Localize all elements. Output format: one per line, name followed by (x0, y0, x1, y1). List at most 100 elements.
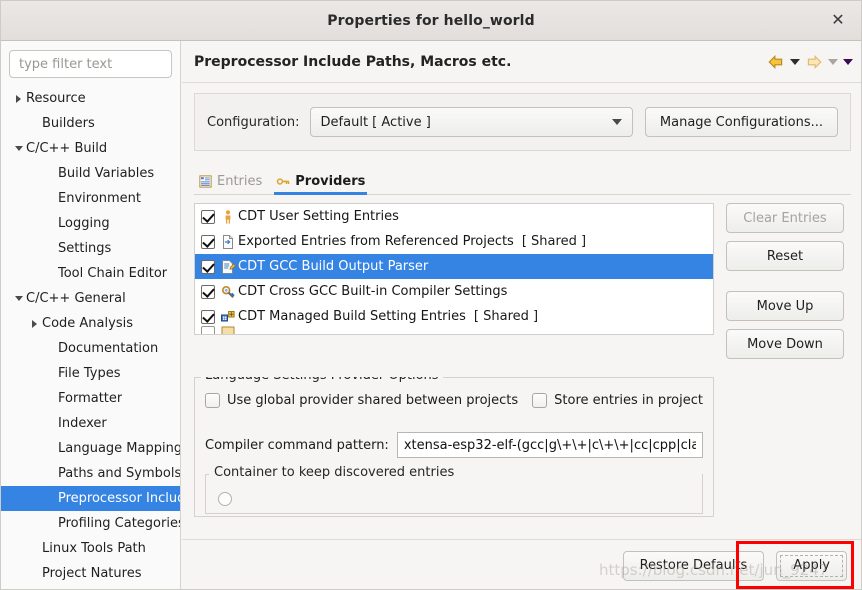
provider-checkbox[interactable] (201, 234, 215, 249)
back-history-chevron-down-icon[interactable] (790, 58, 800, 65)
build-output-parser-icon (220, 259, 238, 275)
twisty-placeholder (43, 411, 58, 436)
sidebar-item-language-mappings[interactable]: Language Mappings (1, 436, 180, 461)
user-person-icon (220, 209, 238, 225)
sidebar-item-environment[interactable]: Environment (1, 186, 180, 211)
dialog-titlebar: Properties for hello_world ✕ (1, 1, 861, 41)
chevron-down-icon[interactable] (11, 286, 26, 311)
clear-entries-button: Clear Entries (726, 203, 844, 233)
sidebar-item-label: Preprocessor Include Paths, Macros etc. (58, 491, 180, 506)
sidebar-item-settings[interactable]: Settings (1, 236, 180, 261)
sidebar-item-project-natures[interactable]: Project Natures (1, 561, 180, 586)
apply-button[interactable]: Apply (776, 550, 847, 581)
provider-checkbox[interactable] (201, 259, 215, 274)
sidebar-item-c-c-general[interactable]: C/C++ General (1, 286, 180, 311)
tab-providers[interactable]: Providers (272, 174, 375, 195)
forward-arrow-icon (807, 54, 822, 69)
twisty-placeholder (43, 436, 58, 461)
provider-checkbox[interactable] (201, 209, 215, 224)
sidebar-item-tool-chain-editor[interactable]: Tool Chain Editor (1, 261, 180, 286)
entries-table-icon (198, 174, 213, 189)
manage-configurations-button[interactable]: Manage Configurations... (644, 107, 838, 137)
sidebar-item-label: Tool Chain Editor (58, 266, 168, 281)
provider-label: CDT GCC Build Output Parser (238, 259, 429, 274)
chevron-right-icon[interactable] (11, 86, 26, 111)
chevron-right-icon[interactable] (27, 311, 42, 336)
restore-defaults-button[interactable]: Restore Defaults (622, 550, 765, 581)
configuration-selected-value: Default [ Active ] (320, 114, 431, 130)
provider-row-partial[interactable] (195, 325, 713, 334)
configuration-select[interactable]: Default [ Active ] (309, 107, 633, 137)
sidebar-item-label: Documentation (58, 341, 159, 356)
sidebar-item-label: Paths and Symbols (58, 466, 180, 481)
sidebar-item-c-c-build[interactable]: C/C++ Build (1, 136, 180, 161)
sidebar-item-label: C/C++ Build (26, 141, 108, 156)
move-up-button[interactable]: Move Up (726, 291, 844, 321)
provider-row[interactable]: CDT Managed Build Setting Entries [ Share… (195, 304, 713, 329)
configuration-label: Configuration: (207, 114, 300, 130)
provider-row[interactable]: CDT GCC Build Output Parser (195, 254, 713, 279)
twisty-placeholder (43, 261, 58, 286)
sidebar-item-preprocessor-include-paths-macros-etc[interactable]: Preprocessor Include Paths, Macros etc. (1, 486, 180, 511)
view-menu-chevron-down-icon[interactable] (843, 58, 853, 65)
sidebar-item-indexer[interactable]: Indexer (1, 411, 180, 436)
sidebar-item-label: Linux Tools Path (42, 541, 146, 556)
tab-label: Entries (217, 174, 263, 189)
exported-file-icon (220, 234, 238, 250)
provider-shared-badge: [ Shared ] (473, 309, 539, 324)
store-entries-in-project-checkbox[interactable] (532, 393, 548, 408)
sidebar-item-resource[interactable]: Resource (1, 86, 180, 111)
provider-label: Exported Entries from Referenced Project… (238, 234, 514, 249)
sidebar-item-file-types[interactable]: File Types (1, 361, 180, 386)
move-down-button[interactable]: Move Down (726, 329, 844, 359)
provider-checkbox[interactable] (201, 309, 215, 324)
sidebar-item-code-analysis[interactable]: Code Analysis (1, 311, 180, 336)
language-settings-provider-options-group: Language Settings Provider Options Use g… (194, 377, 714, 517)
sidebar-item-label: Indexer (58, 416, 107, 431)
sidebar-item-build-variables[interactable]: Build Variables (1, 161, 180, 186)
properties-dialog: Properties for hello_world ✕ Resource Bui… (0, 0, 862, 590)
twisty-placeholder (27, 111, 42, 136)
forward-history-chevron-down-icon (828, 58, 838, 65)
tab-entries[interactable]: Entries (194, 174, 272, 194)
provider-row[interactable]: CDT Cross GCC Built-in Compiler Settings (195, 279, 713, 304)
back-arrow-icon[interactable] (767, 53, 785, 71)
page-title: Preprocessor Include Paths, Macros etc. (194, 53, 512, 70)
filter-wrapper (1, 41, 180, 84)
settings-sidebar: Resource Builders C/C++ Build Build Variabl… (1, 41, 181, 589)
provider-label: CDT Cross GCC Built-in Compiler Settings (238, 284, 508, 299)
use-global-provider-checkbox[interactable] (205, 393, 220, 408)
providers-list[interactable]: CDT User Setting Entries Exported Entries… (194, 203, 714, 335)
sidebar-item-label: Profiling Categories (58, 516, 180, 531)
sidebar-item-label: Build Variables (58, 166, 155, 181)
sidebar-item-label: C/C++ General (26, 291, 126, 306)
provider-label: CDT Managed Build Setting Entries (238, 309, 466, 324)
provider-row[interactable]: Exported Entries from Referenced Project… (195, 229, 713, 254)
chevron-down-icon[interactable] (11, 136, 26, 161)
settings-tree: Resource Builders C/C++ Build Build Variabl… (1, 86, 180, 589)
reset-button[interactable]: Reset (726, 241, 844, 271)
providers-side-buttons: Clear Entries Reset Move Up Move Down (726, 203, 844, 367)
sidebar-item-logging[interactable]: Logging (1, 211, 180, 236)
container-scope-radio[interactable] (218, 492, 232, 506)
sidebar-item-builders[interactable]: Builders (1, 111, 180, 136)
button-group-spacer (726, 279, 844, 291)
sidebar-item-formatter[interactable]: Formatter (1, 386, 180, 411)
options-group-title: Language Settings Provider Options (201, 377, 443, 383)
close-icon[interactable]: ✕ (827, 10, 849, 32)
sidebar-item-documentation[interactable]: Documentation (1, 336, 180, 361)
filter-input[interactable] (9, 50, 172, 78)
providers-area: CDT User Setting Entries Exported Entries… (194, 203, 851, 367)
sidebar-item-paths-and-symbols[interactable]: Paths and Symbols (1, 461, 180, 486)
twisty-placeholder (43, 361, 58, 386)
provider-label: CDT User Setting Entries (238, 209, 399, 224)
sidebar-item-linux-tools-path[interactable]: Linux Tools Path (1, 536, 180, 561)
twisty-placeholder (43, 211, 58, 236)
provider-checkbox[interactable] (201, 284, 215, 299)
compiler-command-pattern-input[interactable] (396, 432, 703, 458)
use-global-provider-label: Use global provider shared between proje… (227, 393, 519, 408)
sidebar-item-profiling-categories[interactable]: Profiling Categories (1, 511, 180, 536)
provider-row[interactable]: CDT User Setting Entries (195, 204, 713, 229)
sidebar-item-project-references[interactable]: Project References (1, 586, 180, 589)
provider-checkbox[interactable] (201, 325, 215, 334)
